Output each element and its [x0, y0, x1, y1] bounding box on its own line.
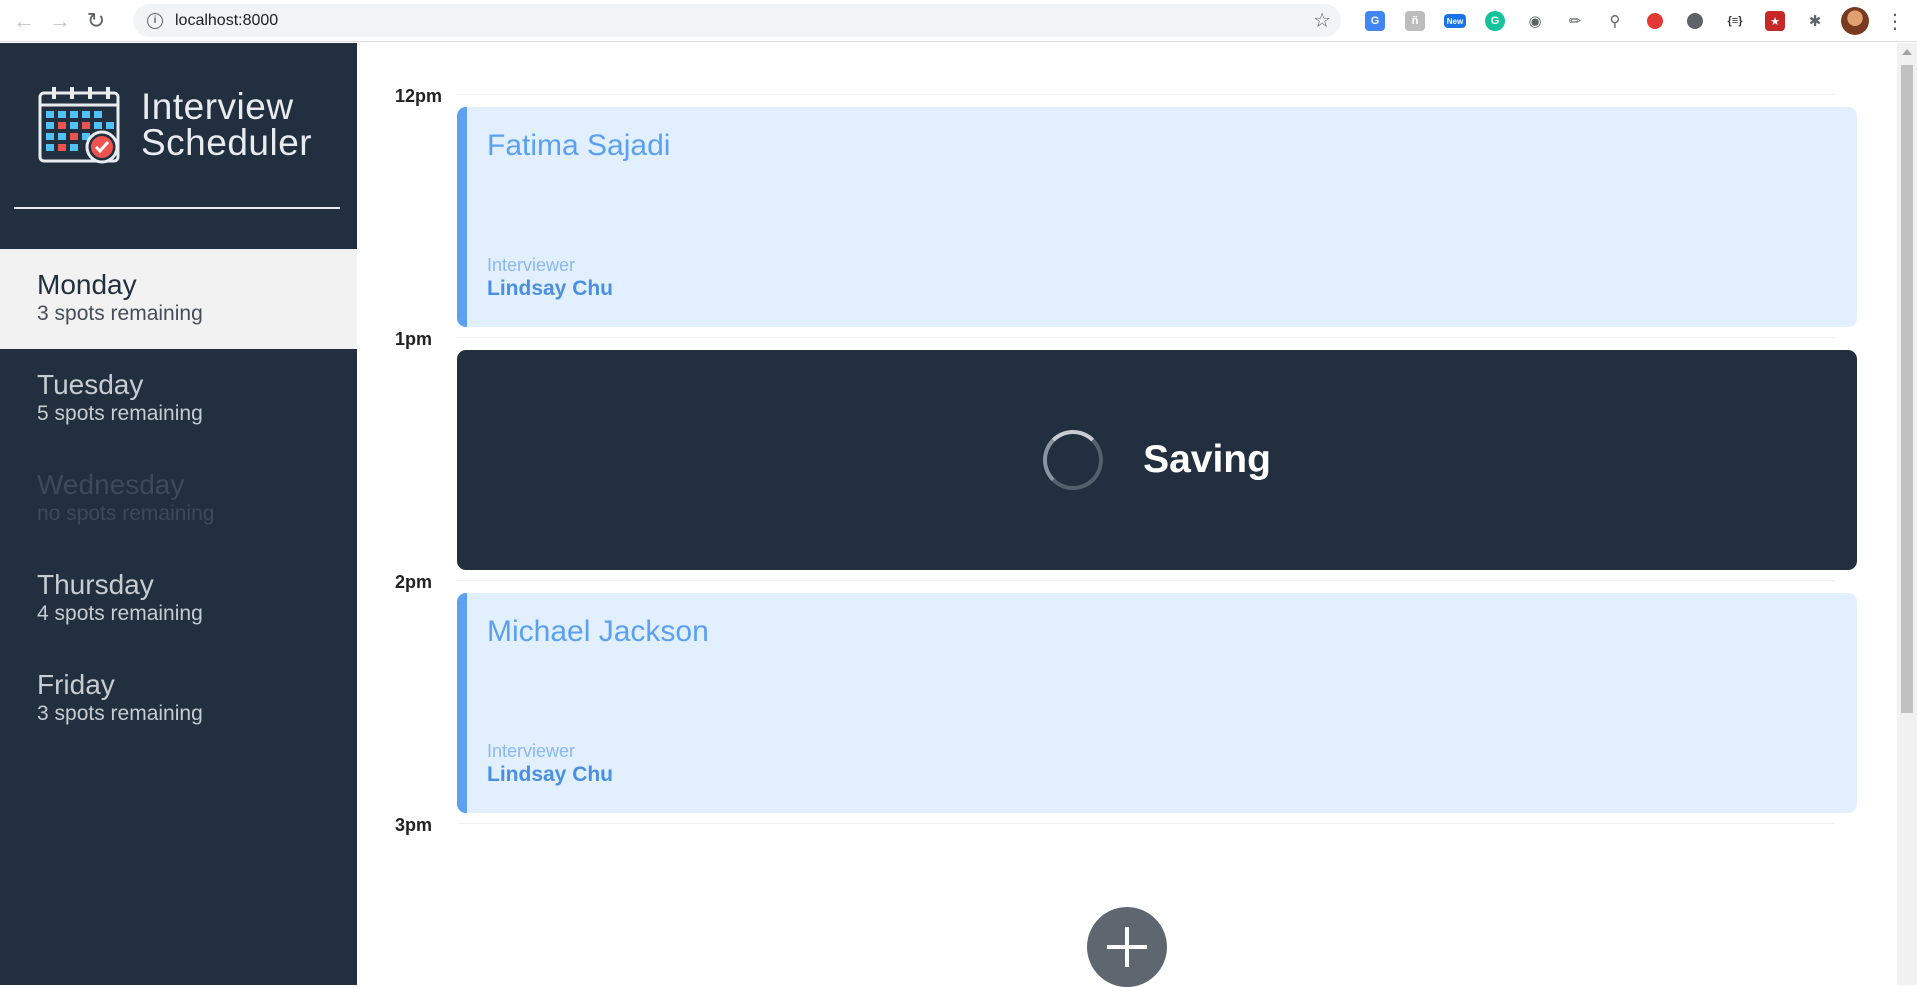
profile-avatar[interactable]	[1835, 6, 1875, 36]
magnifier-icon[interactable]: ⚲	[1595, 6, 1635, 36]
time-divider	[457, 94, 1835, 95]
plus-icon	[1107, 927, 1147, 967]
new-badge-icon[interactable]: New	[1435, 6, 1475, 36]
day-name: Wednesday	[37, 469, 185, 500]
interviewer-name: Lindsay Chu	[487, 277, 614, 300]
back-button[interactable]: ←	[6, 3, 42, 39]
saving-status-card: Saving	[457, 350, 1857, 570]
scroll-up-arrow-icon[interactable]	[1902, 49, 1912, 55]
day-name: Monday	[37, 269, 137, 300]
grammarly-icon[interactable]: G	[1475, 6, 1515, 36]
time-label: 3pm	[395, 815, 433, 835]
status-message: Saving	[1143, 438, 1271, 481]
day-item-wednesday[interactable]: Wednesday no spots remaining	[0, 449, 357, 549]
page-scrollbar[interactable]	[1897, 43, 1917, 985]
time-label: 1pm	[395, 329, 433, 349]
day-name: Tuesday	[37, 369, 144, 400]
circle-icon[interactable]	[1675, 6, 1715, 36]
appointment-card[interactable]: Fatima Sajadi Interviewer Lindsay Chu	[457, 107, 1857, 327]
day-item-monday[interactable]: Monday 3 spots remaining	[0, 249, 357, 349]
url-text[interactable]: localhost:8000	[175, 12, 278, 30]
day-spots: 4 spots remaining	[37, 602, 203, 625]
day-list: Monday 3 spots remaining Tuesday 5 spots…	[0, 249, 357, 749]
address-bar[interactable]: i localhost:8000 ☆	[133, 4, 1341, 37]
student-name: Fatima Sajadi	[487, 129, 671, 162]
sidebar-divider	[14, 207, 340, 209]
time-divider	[457, 580, 1835, 581]
day-item-friday[interactable]: Friday 3 spots remaining	[0, 649, 357, 749]
reader-icon[interactable]: ñ	[1395, 6, 1435, 36]
app-title-line2: Scheduler	[141, 122, 313, 163]
interviewer-name: Lindsay Chu	[487, 763, 614, 786]
info-icon[interactable]: i	[147, 12, 163, 29]
schedule: 12pm Fatima Sajadi Interviewer Lindsay C…	[357, 43, 1897, 987]
bookmark-star-icon[interactable]: ☆	[1313, 8, 1331, 33]
day-item-thursday[interactable]: Thursday 4 spots remaining	[0, 549, 357, 649]
app-title-line1: Interview	[141, 86, 294, 127]
day-spots: 3 spots remaining	[37, 702, 203, 725]
time-divider	[457, 823, 1835, 824]
forward-button[interactable]: →	[42, 3, 78, 39]
extension-icons: G ñ New G ◉ ✏ ⚲ {≡} ★ ✱ ⋮	[1355, 6, 1915, 36]
student-name: Michael Jackson	[487, 615, 709, 648]
json-icon[interactable]: {≡}	[1715, 6, 1755, 36]
time-label: 2pm	[395, 572, 433, 592]
scroll-thumb[interactable]	[1901, 65, 1913, 713]
day-name: Friday	[37, 669, 115, 700]
loading-spinner-icon	[1043, 430, 1104, 490]
record-icon[interactable]	[1635, 6, 1675, 36]
extensions-icon[interactable]: ✱	[1795, 6, 1835, 36]
calendar-logo-icon	[38, 87, 120, 164]
menu-icon[interactable]: ⋮	[1875, 6, 1915, 36]
time-label: 12pm	[395, 86, 443, 106]
day-item-tuesday[interactable]: Tuesday 5 spots remaining	[0, 349, 357, 449]
add-appointment-button[interactable]	[1087, 907, 1167, 987]
time-divider	[457, 337, 1835, 338]
day-spots: no spots remaining	[37, 502, 215, 525]
camera-icon[interactable]: ◉	[1515, 6, 1555, 36]
interviewer-label: Interviewer	[487, 741, 576, 761]
sidebar: Interview Scheduler Monday 3 spots remai…	[0, 43, 357, 985]
puzzle-game-icon[interactable]: ★	[1755, 6, 1795, 36]
google-translate-icon[interactable]: G	[1355, 6, 1395, 36]
day-name: Thursday	[37, 569, 154, 600]
browser-toolbar: ← → ↻ i localhost:8000 ☆ G ñ New G ◉ ✏ ⚲…	[0, 0, 1917, 42]
interviewer-label: Interviewer	[487, 255, 576, 275]
eyedropper-icon[interactable]: ✏	[1555, 6, 1595, 36]
reload-button[interactable]: ↻	[78, 3, 114, 39]
day-spots: 5 spots remaining	[37, 402, 203, 425]
appointment-card[interactable]: Michael Jackson Interviewer Lindsay Chu	[457, 593, 1857, 813]
app-title: Interview Scheduler	[141, 86, 313, 163]
day-spots: 3 spots remaining	[37, 302, 203, 325]
